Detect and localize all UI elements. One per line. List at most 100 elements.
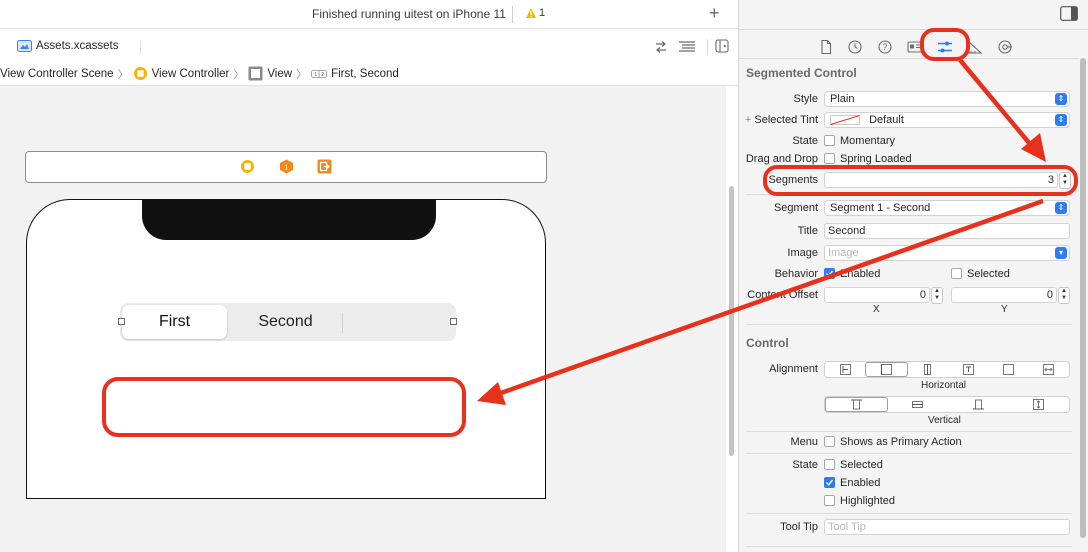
align-fill-width-button[interactable] — [1029, 362, 1069, 377]
breadcrumb: View Controller Scene 〉 View Controller … — [0, 62, 738, 86]
breadcrumb-item-scene[interactable]: View Controller Scene — [0, 68, 114, 80]
svg-text:2: 2 — [321, 72, 324, 78]
image-combo-field[interactable]: Image ▾ — [824, 245, 1070, 261]
align-top-icon — [850, 399, 862, 410]
offset-x-field[interactable]: 0 — [824, 287, 930, 303]
align-center-vertical-button[interactable] — [888, 397, 949, 412]
align-trailing-icon — [1003, 364, 1014, 375]
selected-tint-popup[interactable]: Default ⇕ — [824, 112, 1070, 128]
add-button[interactable]: + — [709, 3, 720, 23]
align-bottom-button[interactable] — [948, 397, 1009, 412]
breadcrumb-item-view-controller[interactable]: View Controller — [133, 66, 229, 81]
align-left-button[interactable] — [825, 362, 865, 377]
enabled-label: Enabled — [840, 268, 881, 280]
svg-text:1: 1 — [284, 165, 288, 172]
help-inspector-icon[interactable]: ? — [877, 39, 893, 55]
segment-label: Segment — [773, 202, 818, 214]
enabled-checkbox[interactable] — [824, 268, 835, 279]
align-center-horizontal-button[interactable] — [908, 362, 948, 377]
exit-icon[interactable] — [317, 159, 332, 174]
control-selected-checkbox[interactable] — [824, 459, 835, 470]
toggle-inspector-icon[interactable] — [1060, 6, 1078, 21]
spring-loaded-label: Spring Loaded — [840, 153, 912, 165]
editor-options-icon[interactable] — [678, 40, 696, 54]
canvas-scrollbar[interactable] — [727, 96, 735, 552]
align-fill-height-icon — [1033, 399, 1045, 410]
view-icon — [248, 66, 263, 81]
align-top-button[interactable] — [825, 397, 888, 412]
align-trailing-button[interactable] — [988, 362, 1028, 377]
momentary-checkbox[interactable] — [824, 135, 835, 146]
style-label: Style — [793, 93, 818, 105]
canvas-scroll-thumb[interactable] — [729, 186, 734, 456]
divider — [746, 513, 1072, 514]
connections-inspector-icon[interactable] — [997, 39, 1013, 55]
breadcrumb-item-segmented-control[interactable]: 1 2 First, Second — [311, 68, 399, 80]
segment-second[interactable]: Second — [233, 305, 338, 339]
segment-first[interactable]: First — [122, 305, 227, 339]
highlighted-checkbox[interactable] — [824, 495, 835, 506]
control-state-label: State — [792, 459, 818, 471]
align-fill-height-button[interactable] — [1009, 397, 1070, 412]
state-label: State — [792, 135, 818, 147]
chevron-right-icon: 〉 — [233, 68, 245, 81]
offset-y-field[interactable]: 0 — [951, 287, 1057, 303]
spring-loaded-checkbox[interactable] — [824, 153, 835, 164]
image-label: Image — [787, 247, 818, 259]
history-inspector-icon[interactable] — [847, 39, 863, 55]
style-popup[interactable]: Plain ⇕ — [824, 91, 1070, 107]
activity-status-text: Finished running uitest on iPhone 11 — [312, 7, 506, 21]
warning-icon[interactable] — [525, 7, 537, 19]
checkmark-icon — [826, 479, 834, 486]
resize-handle-right[interactable] — [450, 318, 457, 325]
inspector-divider — [739, 29, 1088, 30]
tab-assets-label[interactable]: Assets.xcassets — [36, 40, 118, 52]
tooltip-label: Tool Tip — [780, 521, 818, 533]
x-caption: X — [873, 304, 880, 315]
title-field[interactable]: Second — [824, 223, 1070, 239]
section-title-control: Control — [746, 336, 789, 350]
tooltip-field[interactable]: Tool Tip — [824, 519, 1070, 535]
tooltip-placeholder: Tool Tip — [828, 521, 866, 533]
vertical-alignment-control[interactable] — [824, 396, 1070, 413]
align-fill-horizontal-button[interactable] — [865, 362, 908, 377]
breadcrumb-label: View — [267, 67, 293, 80]
offset-y-stepper[interactable]: ▲ ▼ — [1058, 287, 1070, 304]
alignment-label: Alignment — [769, 363, 818, 375]
align-fill-width-icon — [1043, 364, 1055, 375]
add-editor-icon[interactable] — [715, 39, 729, 53]
primary-action-checkbox[interactable] — [824, 436, 835, 447]
inspector-scrollbar[interactable] — [1079, 58, 1087, 552]
svg-text:1: 1 — [314, 72, 317, 78]
control-enabled-checkbox[interactable] — [824, 477, 835, 488]
selected-checkbox[interactable] — [951, 268, 962, 279]
y-caption: Y — [1001, 304, 1008, 315]
horizontal-alignment-control[interactable] — [824, 361, 1070, 378]
segmented-control[interactable]: First Second — [118, 303, 457, 341]
align-middle-icon — [912, 401, 924, 408]
annotation-highlight-segments — [763, 165, 1078, 196]
selected-tint-label-text: Selected Tint — [754, 114, 818, 126]
chevron-down-icon[interactable]: ▾ — [1055, 247, 1067, 259]
file-inspector-icon[interactable] — [818, 39, 834, 55]
align-left-icon — [839, 364, 851, 375]
chevron-up-down-icon: ⇕ — [1055, 114, 1067, 126]
align-right-button[interactable] — [948, 362, 988, 377]
offset-x-stepper[interactable]: ▲ ▼ — [931, 287, 943, 304]
inspector-scroll-thumb[interactable] — [1080, 58, 1086, 538]
breadcrumb-label: View Controller Scene — [0, 67, 114, 80]
view-controller-icon[interactable] — [240, 159, 255, 174]
swap-arrows-icon[interactable] — [654, 40, 668, 54]
chevron-right-icon: 〉 — [117, 68, 129, 81]
asset-catalog-icon — [17, 40, 32, 52]
resize-handle-left[interactable] — [118, 318, 125, 325]
first-responder-icon[interactable]: 1 — [279, 159, 294, 174]
tab-separator — [140, 40, 141, 54]
align-right-icon — [962, 364, 974, 375]
segment-popup[interactable]: Segment 1 - Second ⇕ — [824, 200, 1070, 216]
scene-dock: 1 — [25, 151, 547, 183]
breadcrumb-item-view[interactable]: View — [248, 66, 292, 81]
annotation-highlight-segmented-control — [102, 377, 466, 437]
highlighted-label: Highlighted — [840, 495, 896, 507]
annotation-highlight-attributes-tab — [920, 28, 970, 61]
